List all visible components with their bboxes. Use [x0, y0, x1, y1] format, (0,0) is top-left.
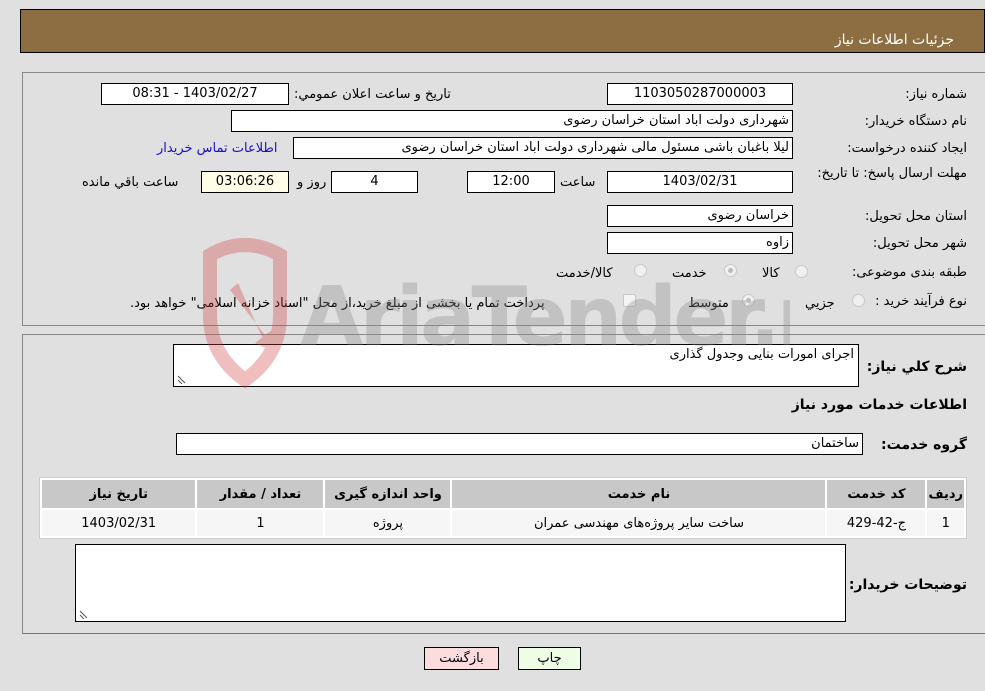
time-remaining-field: 03:06:26 [201, 171, 289, 193]
need-number-label: شماره نیاز: [905, 87, 967, 102]
category-option-goods-service: کالا/خدمت [556, 266, 613, 281]
announce-label: تاریخ و ساعت اعلان عمومي: [294, 87, 451, 102]
page-title: جزئیات اطلاعات نیاز [834, 32, 954, 48]
treasury-checkbox[interactable] [623, 294, 636, 307]
col-header-service-name: نام خدمت [452, 480, 826, 508]
cell-need-date: 1403/02/31 [42, 510, 196, 536]
days-remaining-field: 4 [331, 171, 418, 193]
city-field: زاوه [607, 232, 793, 254]
cell-row-number: 1 [927, 510, 964, 536]
deadline-label: مهلت ارسال پاسخ: تا تاریخ: [817, 166, 967, 181]
category-radio-service[interactable] [724, 264, 737, 277]
back-button[interactable]: بازگشت [424, 647, 499, 670]
description-text: اجرای امورات بنایی وجدول گذاری [669, 347, 854, 362]
province-label: استان محل تحویل: [865, 209, 967, 224]
page-header: جزئیات اطلاعات نیاز [20, 9, 985, 53]
announce-datetime-field: 1403/02/27 - 08:31 [101, 83, 289, 105]
cell-service-code: ج-42-429 [827, 510, 926, 536]
category-label: طبقه بندی موضوعی: [851, 265, 967, 280]
buyer-contact-link[interactable]: اطلاعات تماس خریدار [157, 141, 277, 156]
service-group-field: ساختمان [176, 433, 863, 455]
service-group-label: گروه خدمت: [881, 437, 967, 453]
city-label: شهر محل تحویل: [872, 236, 967, 251]
col-header-service-code: کد خدمت [827, 480, 926, 508]
province-field: خراسان رضوی [607, 205, 793, 227]
buyer-notes-label: توضیحات خریدار: [848, 577, 967, 593]
cell-service-name: ساخت سایر پروژه‌های مهندسی عمران [452, 510, 826, 536]
process-radio-minor[interactable] [852, 294, 865, 307]
services-table: ردیف کد خدمت نام خدمت واحد اندازه گیری ت… [39, 477, 967, 539]
process-label: نوع فرآیند خرید : [875, 294, 967, 309]
description-label: شرح کلي نیاز: [866, 359, 967, 375]
buyer-org-label: نام دستگاه خریدار: [864, 114, 967, 129]
process-option-minor: جزيي [805, 296, 835, 311]
description-textarea[interactable]: اجرای امورات بنایی وجدول گذاری [173, 344, 859, 387]
category-radio-goods[interactable] [795, 265, 808, 278]
creator-label: ایجاد کننده درخواست: [847, 141, 967, 156]
print-button[interactable]: چاپ [518, 647, 581, 670]
table-row: 1 ج-42-429 ساخت سایر پروژه‌های مهندسی عم… [42, 510, 964, 536]
cell-unit: پروژه [325, 510, 451, 536]
category-radio-goods-service[interactable] [634, 264, 647, 277]
creator-field: لیلا باغبان باشی مسئول مالی شهرداری دولت… [293, 137, 793, 159]
deadline-time-field: 12:00 [467, 171, 555, 193]
col-header-row-number: ردیف [927, 480, 964, 508]
buyer-org-field: شهرداری دولت اباد استان خراسان رضوی [231, 110, 793, 132]
services-section-title: اطلاعات خدمات مورد نیاز [791, 397, 967, 413]
process-option-medium: متوسط [688, 296, 729, 311]
days-label: روز و [297, 175, 327, 190]
category-option-goods: کالا [762, 266, 780, 281]
table-header-row: ردیف کد خدمت نام خدمت واحد اندازه گیری ت… [42, 480, 964, 508]
col-header-quantity: تعداد / مقدار [197, 480, 324, 508]
deadline-date-field: 1403/02/31 [607, 171, 793, 193]
process-radio-medium[interactable] [742, 294, 755, 307]
col-header-need-date: تاریخ نیاز [42, 480, 196, 508]
need-number-field: 1103050287000003 [607, 83, 793, 105]
cell-quantity: 1 [197, 510, 324, 536]
resize-grip-icon[interactable] [176, 374, 186, 384]
category-option-service: خدمت [672, 266, 707, 281]
treasury-note: پرداخت تمام یا بخشی از مبلغ خرید،از محل … [130, 296, 545, 311]
time-remaining-label: ساعت باقي مانده [82, 175, 179, 190]
buyer-notes-textarea[interactable] [75, 544, 846, 622]
resize-grip-icon[interactable] [78, 609, 88, 619]
deadline-time-label: ساعت [560, 175, 596, 190]
col-header-unit: واحد اندازه گیری [325, 480, 451, 508]
